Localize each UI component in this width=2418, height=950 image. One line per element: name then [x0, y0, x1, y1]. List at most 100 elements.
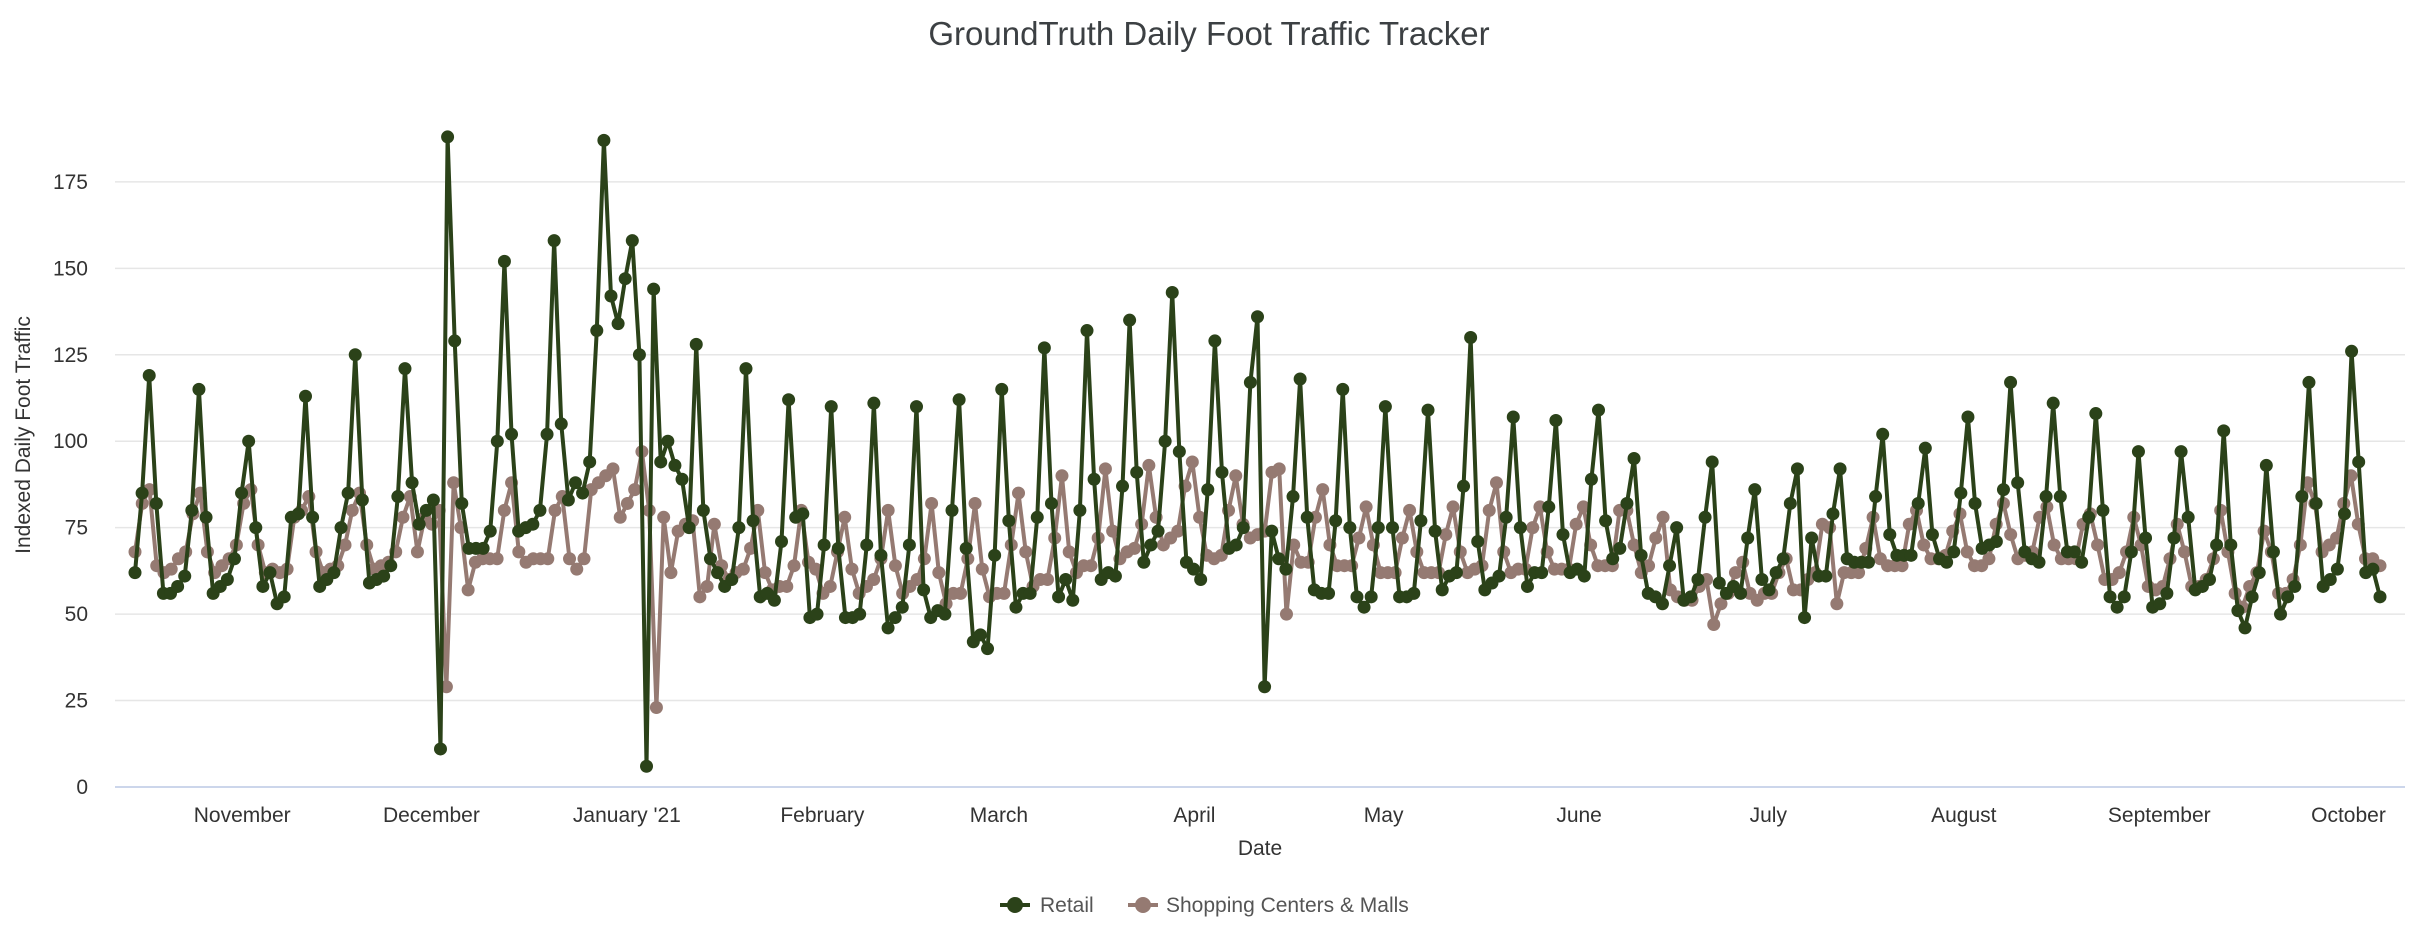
data-point[interactable]: [306, 510, 320, 524]
data-point[interactable]: [1960, 545, 1974, 559]
data-point[interactable]: [391, 490, 405, 504]
data-point[interactable]: [1052, 590, 1066, 604]
data-point[interactable]: [853, 607, 867, 621]
data-point[interactable]: [1869, 490, 1883, 504]
data-point[interactable]: [1286, 490, 1300, 504]
data-point[interactable]: [1684, 590, 1698, 604]
data-point[interactable]: [767, 593, 781, 607]
data-point[interactable]: [2373, 590, 2387, 604]
data-point[interactable]: [1265, 524, 1279, 538]
data-point[interactable]: [1395, 531, 1409, 545]
data-point[interactable]: [1819, 569, 1833, 583]
data-point[interactable]: [867, 396, 881, 410]
data-point[interactable]: [758, 566, 772, 580]
data-point[interactable]: [925, 496, 939, 510]
data-point[interactable]: [341, 486, 355, 500]
data-point[interactable]: [1359, 500, 1373, 514]
data-point[interactable]: [1084, 559, 1098, 573]
data-point[interactable]: [2096, 503, 2110, 517]
data-point[interactable]: [2089, 407, 2103, 421]
data-point[interactable]: [1055, 469, 1069, 483]
data-point[interactable]: [1087, 472, 1101, 486]
data-point[interactable]: [1925, 528, 1939, 542]
data-point[interactable]: [1471, 534, 1485, 548]
data-point[interactable]: [954, 586, 968, 600]
data-point[interactable]: [2366, 562, 2380, 576]
data-point[interactable]: [441, 130, 455, 144]
data-point[interactable]: [632, 348, 646, 362]
data-point[interactable]: [1343, 521, 1357, 535]
data-point[interactable]: [497, 503, 511, 517]
data-point[interactable]: [1421, 403, 1435, 417]
data-point[interactable]: [1748, 483, 1762, 497]
data-point[interactable]: [2352, 455, 2366, 469]
data-point[interactable]: [505, 427, 519, 441]
data-point[interactable]: [135, 486, 149, 500]
data-point[interactable]: [968, 496, 982, 510]
data-point[interactable]: [700, 579, 714, 593]
data-point[interactable]: [1968, 496, 1982, 510]
data-point[interactable]: [1861, 555, 1875, 569]
data-point[interactable]: [1655, 597, 1669, 611]
data-point[interactable]: [613, 510, 627, 524]
data-point[interactable]: [249, 521, 263, 535]
data-point[interactable]: [1201, 483, 1215, 497]
data-point[interactable]: [1185, 455, 1199, 469]
data-point[interactable]: [711, 566, 725, 580]
data-point[interactable]: [554, 417, 568, 431]
data-point[interactable]: [235, 486, 249, 500]
data-point[interactable]: [1584, 472, 1598, 486]
data-point[interactable]: [1137, 555, 1151, 569]
data-point[interactable]: [1904, 548, 1918, 562]
data-point[interactable]: [2047, 538, 2061, 552]
data-point[interactable]: [874, 548, 888, 562]
data-point[interactable]: [1030, 510, 1044, 524]
data-point[interactable]: [1279, 562, 1293, 576]
data-point[interactable]: [988, 548, 1002, 562]
data-point[interactable]: [291, 507, 305, 521]
data-point[interactable]: [561, 493, 575, 507]
data-point[interactable]: [405, 476, 419, 490]
data-point[interactable]: [611, 317, 625, 331]
data-point[interactable]: [2117, 590, 2131, 604]
data-point[interactable]: [447, 476, 461, 490]
data-point[interactable]: [1826, 507, 1840, 521]
data-point[interactable]: [2295, 490, 2309, 504]
data-point[interactable]: [1435, 583, 1449, 597]
data-point[interactable]: [1489, 476, 1503, 490]
data-point[interactable]: [1279, 607, 1293, 621]
data-point[interactable]: [973, 628, 987, 642]
data-point[interactable]: [483, 524, 497, 538]
data-point[interactable]: [2181, 510, 2195, 524]
data-point[interactable]: [1172, 445, 1186, 459]
data-point[interactable]: [2112, 566, 2126, 580]
data-point[interactable]: [1918, 441, 1932, 455]
data-point[interactable]: [945, 503, 959, 517]
data-point[interactable]: [845, 562, 859, 576]
data-point[interactable]: [384, 559, 398, 573]
data-point[interactable]: [497, 254, 511, 268]
data-point[interactable]: [1776, 552, 1790, 566]
data-point[interactable]: [541, 552, 555, 566]
data-point[interactable]: [1464, 330, 1478, 344]
data-point[interactable]: [1549, 413, 1563, 427]
data-point[interactable]: [664, 566, 678, 580]
data-point[interactable]: [661, 434, 675, 448]
data-point[interactable]: [1403, 503, 1417, 517]
data-point[interactable]: [938, 607, 952, 621]
data-point[interactable]: [1961, 410, 1975, 424]
data-point[interactable]: [2337, 507, 2351, 521]
data-point[interactable]: [142, 369, 156, 383]
data-point[interactable]: [476, 541, 490, 555]
data-point[interactable]: [824, 400, 838, 414]
data-point[interactable]: [620, 496, 634, 510]
data-point[interactable]: [1634, 548, 1648, 562]
data-point[interactable]: [1165, 286, 1179, 300]
data-point[interactable]: [2032, 555, 2046, 569]
data-point[interactable]: [490, 434, 504, 448]
data-point[interactable]: [682, 521, 696, 535]
data-point[interactable]: [1229, 538, 1243, 552]
data-point[interactable]: [597, 133, 611, 147]
data-point[interactable]: [533, 503, 547, 517]
data-point[interactable]: [398, 362, 412, 376]
